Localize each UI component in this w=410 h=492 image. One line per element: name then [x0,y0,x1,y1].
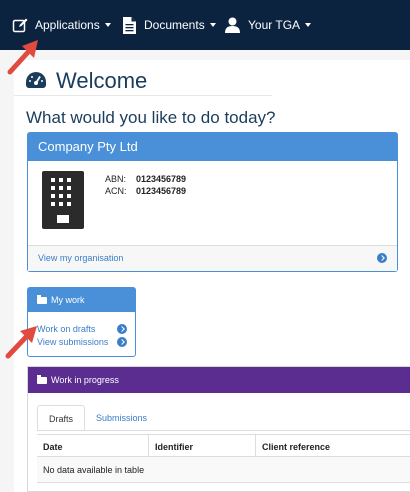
acn-value: 0123456789 [136,186,187,196]
chevron-down-icon [104,23,111,27]
document-icon [123,16,136,34]
view-submissions-label: View submissions [37,337,109,347]
table-empty-message: No data available in table [37,457,410,483]
arrow-right-circle-icon [117,337,127,347]
divider [14,95,272,96]
acn-label: ACN: [105,186,127,196]
view-submissions-link[interactable]: View submissions [37,336,127,349]
my-work-links: Work on drafts View submissions [28,312,135,349]
work-in-progress-header: Work in progress [28,367,410,393]
top-navbar: Applications Documents Your TGA [0,0,410,50]
table-header: Date Identifier Client reference [37,434,410,457]
nav-your-tga[interactable]: Your TGA [225,0,312,50]
work-on-drafts-label: Work on drafts [37,324,96,334]
company-panel: Company Pty Ltd ABN: 0123456789 ACN: 01234… [27,132,398,272]
column-header-date[interactable]: Date [43,442,63,452]
my-work-header: My work [28,288,135,312]
company-name: Company Pty Ltd [28,133,397,161]
nav-your-tga-label: Your TGA [248,18,301,32]
tab-drafts[interactable]: Drafts [37,405,86,431]
abn-label: ABN: [105,174,127,184]
nav-documents[interactable]: Documents [123,0,216,50]
view-organisation-label: View my organisation [38,253,124,263]
column-divider [255,435,256,457]
folder-open-icon [37,294,47,304]
page-title: Welcome [26,68,147,94]
column-header-client-reference[interactable]: Client reference [262,442,330,452]
work-on-drafts-link[interactable]: Work on drafts [37,323,127,336]
building-icon [42,171,84,234]
company-details: ABN: 0123456789 ACN: 0123456789 [105,173,186,197]
tab-divider [37,430,410,431]
folder-open-icon [37,374,47,384]
annotation-arrow [7,40,38,75]
nav-applications-label: Applications [35,18,100,32]
column-divider [148,435,149,457]
nav-documents-label: Documents [144,18,205,32]
chevron-down-icon [305,23,312,27]
tab-bar: Drafts Submissions [37,405,158,431]
edit-icon [12,17,28,33]
user-icon [225,17,240,33]
welcome-heading: Welcome [56,68,148,93]
my-work-title: My work [51,295,85,305]
column-header-identifier[interactable]: Identifier [155,442,193,452]
work-in-progress-title: Work in progress [51,375,119,385]
my-work-panel: My work Work on drafts View submissions [27,287,136,357]
tab-submissions[interactable]: Submissions [85,405,158,431]
arrow-right-circle-icon [377,253,387,263]
page-subtitle: What would you like to do today? [26,108,276,127]
chevron-down-icon [209,23,216,27]
abn-value: 0123456789 [136,174,187,184]
view-organisation-link[interactable]: View my organisation [28,245,397,271]
annotation-arrow [5,326,37,359]
arrow-right-circle-icon [117,324,127,334]
